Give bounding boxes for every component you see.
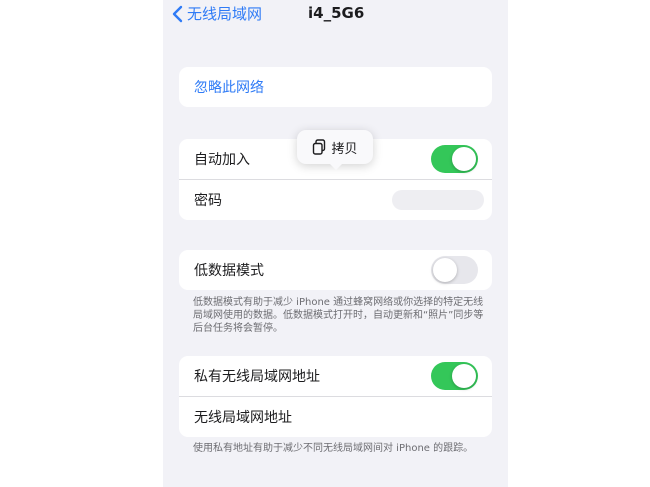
settings-screen: 无线局域网 i4_5G6 忽略此网络 自动加入 密码 拷贝 低数据模式 低数据模… — [163, 0, 508, 487]
forget-network-button[interactable]: 忽略此网络 — [179, 67, 492, 107]
popover-arrow — [330, 164, 342, 170]
auto-join-toggle[interactable] — [431, 145, 478, 173]
password-row: 密码 — [179, 179, 492, 220]
chevron-left-icon — [172, 5, 183, 22]
back-label: 无线局域网 — [187, 5, 263, 23]
password-field[interactable] — [392, 190, 484, 210]
private-address-label: 私有无线局域网地址 — [194, 369, 320, 385]
auto-join-label: 自动加入 — [194, 152, 250, 168]
wifi-address-label: 无线局域网地址 — [194, 410, 292, 426]
private-address-row: 私有无线局域网地址 — [179, 356, 492, 396]
toggle-knob — [452, 147, 476, 171]
wifi-address-row: 无线局域网地址 — [179, 396, 492, 437]
copy-label: 拷贝 — [331, 141, 358, 157]
low-data-toggle[interactable] — [431, 256, 478, 284]
private-address-group: 私有无线局域网地址 无线局域网地址 — [179, 356, 492, 437]
page-title: i4_5G6 — [308, 4, 365, 22]
back-button[interactable]: 无线局域网 — [172, 3, 262, 24]
password-label: 密码 — [194, 193, 222, 209]
toggle-knob — [433, 258, 457, 282]
private-address-toggle[interactable] — [431, 362, 478, 390]
forget-network-group: 忽略此网络 — [179, 67, 492, 107]
low-data-label: 低数据模式 — [194, 263, 264, 279]
navigation-bar: 无线局域网 i4_5G6 — [163, 0, 508, 30]
low-data-footnote: 低数据模式有助于减少 iPhone 通过蜂窝网络或你选择的特定无线局域网使用的数… — [193, 297, 484, 334]
copy-icon — [313, 139, 326, 155]
low-data-group: 低数据模式 — [179, 250, 492, 290]
low-data-row: 低数据模式 — [179, 250, 492, 290]
toggle-knob — [452, 364, 476, 388]
private-address-footnote: 使用私有地址有助于减少不同无线局域网间对 iPhone 的跟踪。 — [193, 443, 474, 454]
copy-popover[interactable]: 拷贝 — [297, 130, 373, 170]
